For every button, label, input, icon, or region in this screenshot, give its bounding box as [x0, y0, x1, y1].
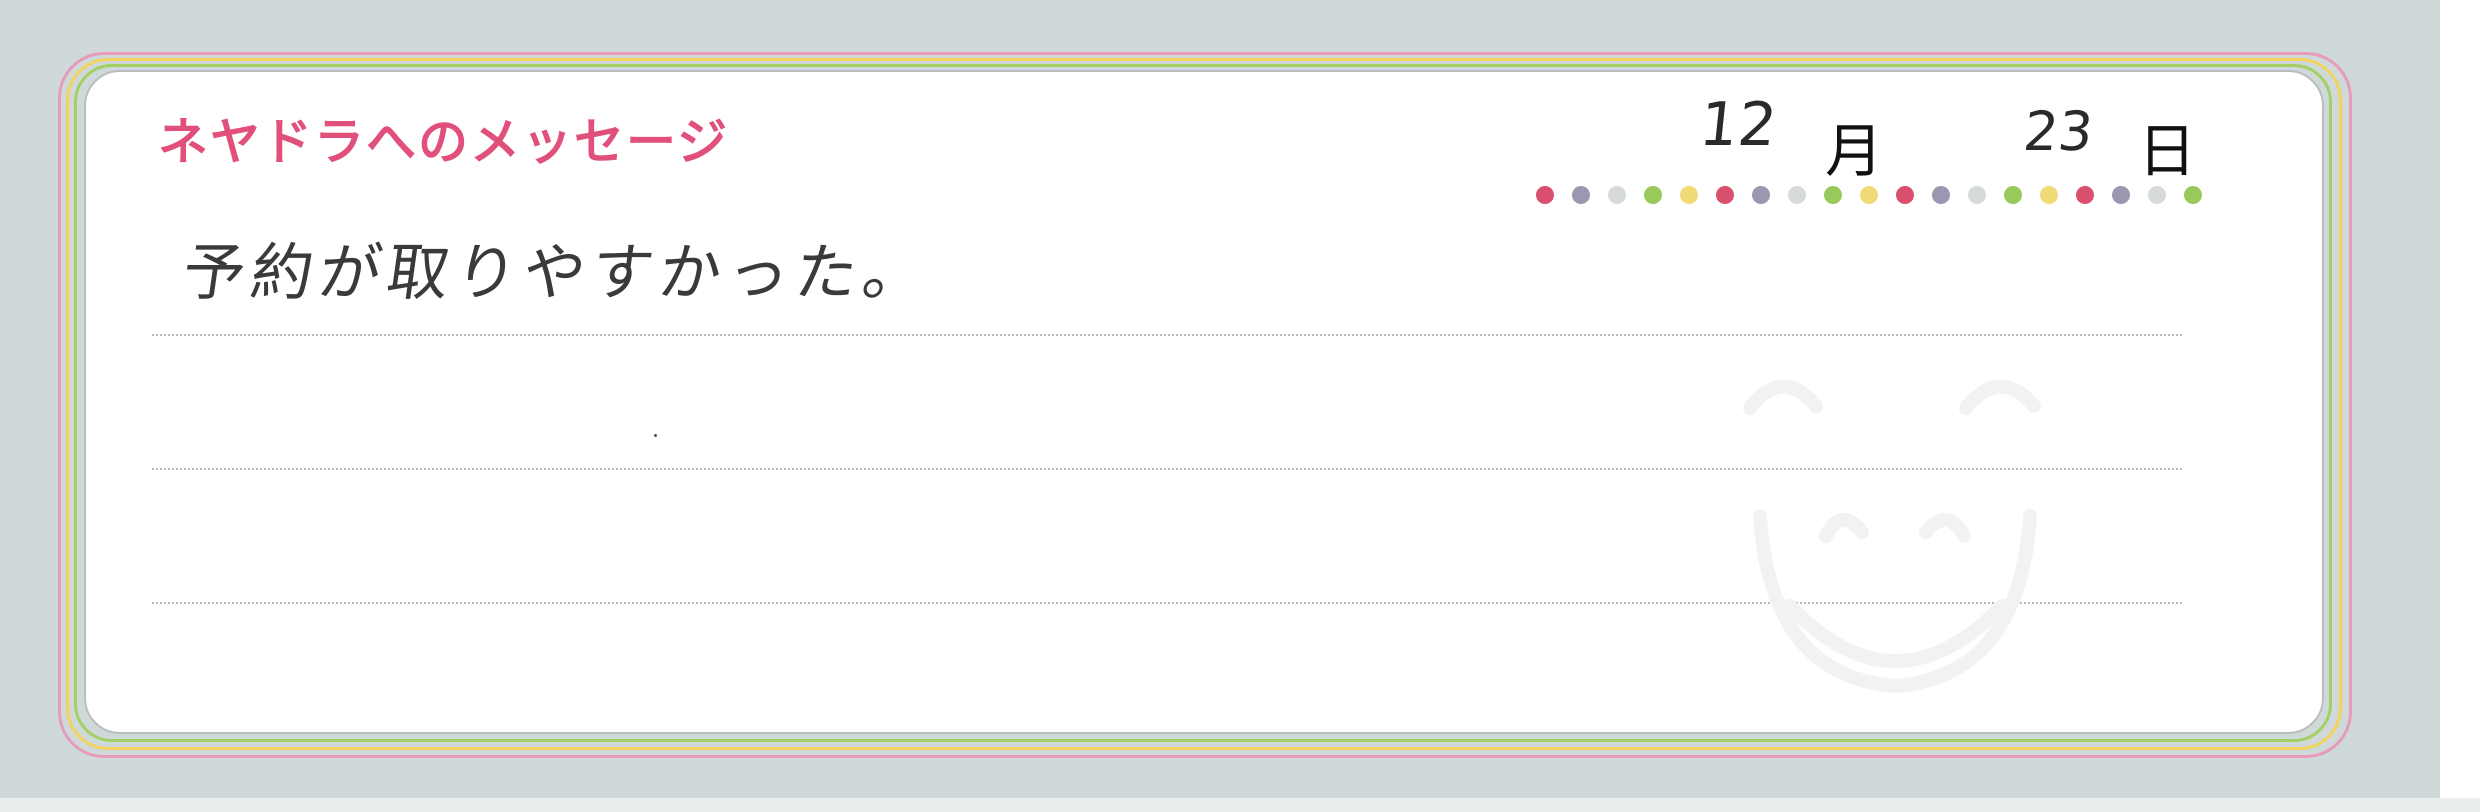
decorative-dot [2112, 186, 2130, 204]
decorative-dot [1788, 186, 1806, 204]
decorative-dot [1644, 186, 1662, 204]
decorative-dot [1824, 186, 1842, 204]
decorative-dot [1968, 186, 1986, 204]
decorative-dot-row [1536, 186, 2202, 204]
date-month-unit: 月 [1825, 117, 1884, 185]
ink-speck [654, 434, 657, 437]
handwritten-message: 予約が取りやすかった。 [178, 236, 937, 309]
decorative-dot [2004, 186, 2022, 204]
decorative-dot [1716, 186, 1734, 204]
card-title: ネヤドラへのメッセージ [158, 113, 729, 171]
smiley-face-watermark-icon [1743, 379, 2041, 694]
date-day-unit: 日 [2138, 117, 2197, 185]
decorative-dot [1572, 186, 1590, 204]
scan-edge-bottom [0, 798, 2480, 812]
decorative-dot [1896, 186, 1914, 204]
decorative-dot [1860, 186, 1878, 204]
decorative-dot [1608, 186, 1626, 204]
decorative-dot [2076, 186, 2094, 204]
scan-edge-right [2440, 0, 2480, 812]
decorative-dot [1680, 186, 1698, 204]
decorative-dot [1932, 186, 1950, 204]
writing-line [152, 334, 2182, 336]
date-month: 12 [1696, 90, 1781, 160]
date-day: 23 [2020, 100, 2097, 163]
decorative-dot [1536, 186, 1554, 204]
decorative-dot [2040, 186, 2058, 204]
decorative-dot [2148, 186, 2166, 204]
decorative-dot [2184, 186, 2202, 204]
decorative-dot [1752, 186, 1770, 204]
